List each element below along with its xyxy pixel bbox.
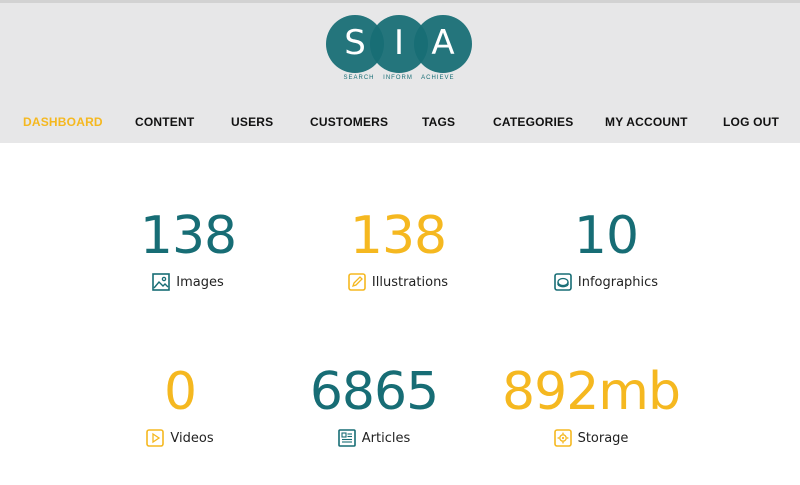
logo-circles: S I A xyxy=(326,15,472,73)
gear-icon xyxy=(553,429,572,447)
nav-tags[interactable]: TAGS xyxy=(422,115,455,129)
image-icon xyxy=(152,273,171,291)
logo-tagline: SEARCH INFORM ACHIEVE xyxy=(343,75,455,81)
nav-content[interactable]: CONTENT xyxy=(135,115,194,129)
pie-chart-icon xyxy=(554,273,572,291)
nav-categories[interactable]: CATEGORIES xyxy=(493,115,573,129)
stat-infographics-value: 10 xyxy=(573,206,639,266)
stat-articles-label: Articles xyxy=(361,430,411,446)
nav-customers[interactable]: CUSTOMERS xyxy=(310,115,388,129)
stat-illustrations-label: Illustrations xyxy=(371,274,449,290)
nav-log-out[interactable]: LOG OUT xyxy=(723,115,779,129)
stat-images-label: Images xyxy=(176,274,224,290)
play-icon xyxy=(146,429,165,447)
stat-storage[interactable]: 892mb Storage xyxy=(491,366,691,456)
stat-images-value: 138 xyxy=(139,206,237,266)
sia-logo[interactable]: S I A SEARCH INFORM ACHIEVE xyxy=(326,15,472,87)
stat-illustrations[interactable]: 138 Illustrations xyxy=(298,210,498,300)
stat-storage-label: Storage xyxy=(577,430,629,446)
logo-letter-a: A xyxy=(431,23,455,63)
stat-images[interactable]: 138 Images xyxy=(88,210,288,300)
stat-videos-value: 0 xyxy=(163,362,197,422)
nav-users[interactable]: USERS xyxy=(231,115,273,129)
stat-illustrations-value: 138 xyxy=(349,206,447,266)
stat-articles[interactable]: 6865 Articles xyxy=(274,366,474,456)
nav-my-account[interactable]: MY ACCOUNT xyxy=(605,115,688,129)
stat-storage-value: 892mb xyxy=(502,362,681,422)
stat-articles-value: 6865 xyxy=(309,362,439,422)
stat-infographics-label: Infographics xyxy=(577,274,659,290)
stat-infographics[interactable]: 10 Infographics xyxy=(506,210,706,300)
pencil-icon xyxy=(348,273,366,291)
stat-videos-label: Videos xyxy=(170,430,214,446)
nav-dashboard[interactable]: DASHBOARD xyxy=(23,115,103,129)
main-nav: DASHBOARD CONTENT USERS CUSTOMERS TAGS C… xyxy=(0,111,800,135)
article-icon xyxy=(337,429,356,447)
header: S I A SEARCH INFORM ACHIEVE DASHBOARD CO… xyxy=(0,0,800,143)
stat-videos[interactable]: 0 Videos xyxy=(80,366,280,456)
